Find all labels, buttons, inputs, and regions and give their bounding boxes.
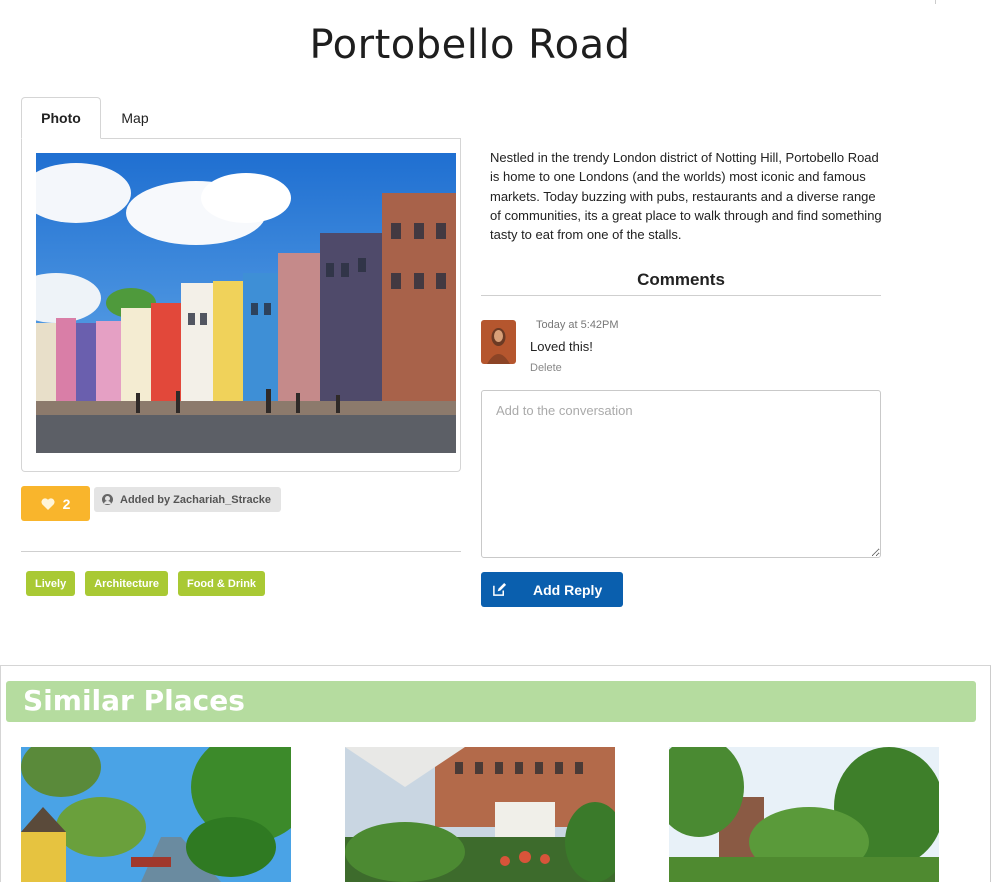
similar-places-title: Similar Places — [23, 684, 245, 717]
edit-icon — [493, 582, 507, 596]
divider — [21, 551, 461, 552]
reply-input[interactable] — [481, 390, 881, 558]
street-photo-icon — [36, 153, 456, 453]
corner-divider — [935, 0, 936, 4]
author-label: Added by Zachariah_Stracke — [120, 493, 272, 506]
similar-place-card[interactable] — [21, 747, 291, 882]
comment-timestamp: Today at 5:42PM — [536, 319, 619, 331]
market-photo-icon — [345, 747, 615, 882]
tag-architecture[interactable]: Architecture — [85, 571, 168, 596]
similar-place-card[interactable] — [345, 747, 615, 882]
user-icon — [102, 494, 113, 505]
canal-photo-icon — [21, 747, 291, 882]
tag-food-drink[interactable]: Food & Drink — [177, 571, 266, 596]
page-title: Portobello Road — [309, 22, 631, 68]
tab-map[interactable]: Map — [101, 97, 169, 139]
tag-list: Lively Architecture Food & Drink — [26, 571, 266, 596]
avatar — [481, 320, 516, 364]
similar-place-card[interactable] — [669, 747, 939, 882]
main-photo — [36, 153, 456, 453]
like-count: 2 — [62, 495, 71, 512]
add-reply-label: Add Reply — [533, 581, 603, 598]
tab-photo[interactable]: Photo — [21, 97, 101, 139]
comment-delete-link[interactable]: Delete — [530, 362, 562, 374]
heart-icon — [41, 497, 55, 510]
comments-heading: Comments — [637, 270, 725, 289]
author-badge: Added by Zachariah_Stracke — [94, 487, 282, 512]
like-button[interactable]: 2 — [21, 486, 90, 521]
comment-text: Loved this! — [530, 339, 593, 354]
add-reply-button[interactable]: Add Reply — [481, 572, 623, 607]
comments-divider — [481, 295, 881, 296]
park-photo-icon — [669, 747, 939, 882]
tag-lively[interactable]: Lively — [26, 571, 76, 596]
place-description: Nestled in the trendy London district of… — [490, 150, 882, 243]
